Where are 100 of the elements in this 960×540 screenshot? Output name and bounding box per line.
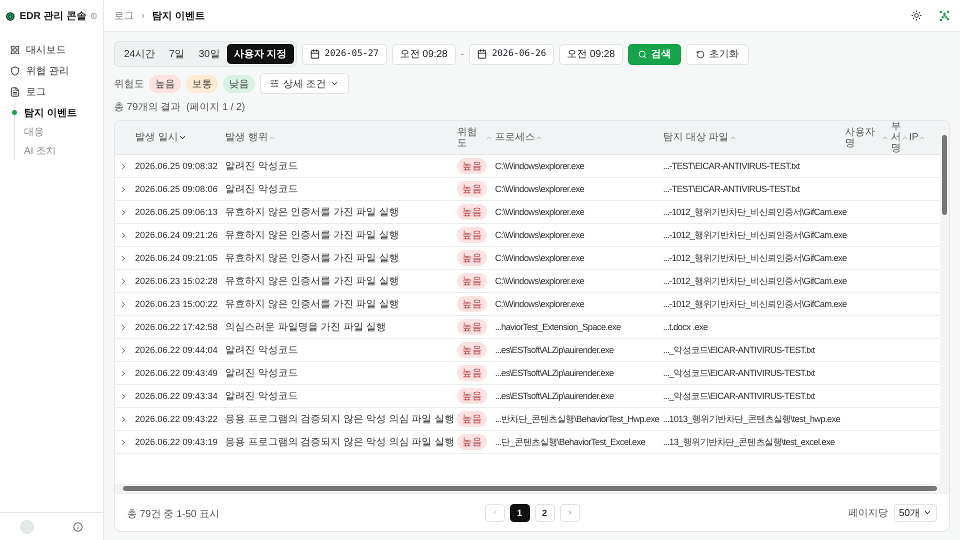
table-cell: ...13_행위기반차단_콘텐츠실행\test_excel.exe <box>663 436 835 448</box>
search-icon <box>638 50 647 58</box>
expand-icon[interactable] <box>119 300 128 308</box>
nav-item[interactable]: 로그 <box>6 82 97 101</box>
breadcrumb-item[interactable]: 로그 <box>114 8 134 22</box>
table-cell: ...-1012_행위기반차단_비신뢰인증서\GifCam.exe <box>663 206 847 218</box>
risk-chip[interactable]: 낮음 <box>223 74 255 92</box>
column-header[interactable]: 발생 일시 <box>135 132 225 143</box>
reset-icon <box>696 50 705 58</box>
table-cell: 2026.06.25 09:08:06 <box>135 184 218 194</box>
table-cell: C:\Windows\explorer.exe <box>495 207 584 217</box>
table-cell: ...-TEST\EICAR-ANTIVIRUS-TEST.txt <box>663 184 800 194</box>
table-cell: ...-1012_행위기반차단_비신뢰인증서\GifCam.exe <box>663 274 847 288</box>
nav-item[interactable]: 위협 관리 <box>6 61 97 80</box>
result-summary: 총 79개의 결과 (페이지 1 / 2) <box>114 101 246 114</box>
column-header[interactable]: IP <box>909 132 931 143</box>
range-separator: - <box>460 48 464 60</box>
risk-tag: 높음 <box>457 227 487 243</box>
risk-tag: 높음 <box>457 388 487 404</box>
pagination-summary: 총 79건 중 1-50 표시 <box>127 508 220 520</box>
column-header[interactable]: 발생 행위 <box>225 132 457 143</box>
expand-icon[interactable] <box>119 162 128 170</box>
vertical-scrollbar[interactable] <box>940 121 949 484</box>
table-cell: ...es\ESTsoft\ALZip\auirender.exe <box>495 368 614 378</box>
page-button[interactable]: 1 <box>510 504 530 522</box>
risk-chip[interactable]: 보통 <box>186 74 218 92</box>
table-cell-text: 알려진 악성코드 <box>225 367 299 380</box>
caret-icon <box>923 508 932 517</box>
expand-icon[interactable] <box>119 276 128 286</box>
table-cell: 2026.06.23 15:00:22 <box>135 299 218 309</box>
end-date-field[interactable]: 2026-06-26 <box>468 44 554 64</box>
risk-tag: 높음 <box>457 158 487 174</box>
table-cell: 2026.06.24 09:21:26 <box>135 230 218 240</box>
table-cell-text: 유효하지 않은 인증서를 가진 파일 실행 <box>225 206 400 219</box>
range-tab[interactable]: 30일 <box>192 44 227 64</box>
theme-toggle-icon[interactable] <box>911 10 922 21</box>
nav-subitem[interactable]: 탐지 이벤트 <box>15 103 97 122</box>
table-cell-text: 유효하지 않은 인증서를 가진 파일 실행 <box>225 229 400 242</box>
risk-tag: 높음 <box>457 319 487 335</box>
expand-icon[interactable] <box>119 414 128 424</box>
nav-subitem[interactable]: 대응 <box>15 122 97 141</box>
expand-icon[interactable] <box>119 208 128 216</box>
table-cell: ..._악성코드\EICAR-ANTIVIRUS-TEST.txt <box>663 390 815 402</box>
table-cell: 2026.06.22 17:42:58 <box>135 322 218 332</box>
table-cell: C:\Windows\explorer.exe <box>495 276 584 286</box>
table-cell-text: 알려진 악성코드 <box>225 183 299 196</box>
column-header[interactable]: 탐지 대상 파일 <box>663 132 845 143</box>
chevron-icon <box>139 12 147 20</box>
expand-icon[interactable] <box>119 230 128 240</box>
nav-item[interactable]: 대시보드 <box>6 40 97 59</box>
per-page-label: 페이지당 <box>848 506 888 520</box>
column-header[interactable]: 프로세스 <box>495 132 663 143</box>
dots-icon[interactable] <box>939 10 950 21</box>
table-cell: C:\Windows\explorer.exe <box>495 184 584 194</box>
start-time-field[interactable]: 오전 09:28 <box>392 44 456 64</box>
caret-icon <box>330 79 339 88</box>
shield-icon <box>10 66 20 76</box>
column-header[interactable]: 부서명 <box>891 121 909 154</box>
table-cell: C:\Windows\explorer.exe <box>495 161 584 171</box>
table-cell: C:\Windows\explorer.exe <box>495 253 584 263</box>
per-page-select[interactable]: 50개 <box>894 504 937 522</box>
column-header[interactable]: 위험도 <box>457 126 495 148</box>
horizontal-scrollbar[interactable] <box>115 484 949 493</box>
info-icon[interactable] <box>73 522 84 532</box>
nav-subitem[interactable]: AI 조치 <box>15 141 97 160</box>
range-tab[interactable]: 24시간 <box>117 44 162 64</box>
chevron-right-icon <box>566 508 572 517</box>
risk-tag: 높음 <box>457 434 487 450</box>
risk-tag: 높음 <box>457 204 487 220</box>
table-cell: ...-1012_행위기반차단_비신뢰인증서\GifCam.exe <box>663 228 847 242</box>
expand-icon[interactable] <box>119 392 128 400</box>
risk-tag: 높음 <box>457 250 487 266</box>
risk-tag: 높음 <box>457 342 487 358</box>
table-cell: ...es\ESTsoft\ALZip\auirender.exe <box>495 391 614 401</box>
range-tab[interactable]: 사용자 지정 <box>226 44 294 64</box>
expand-icon[interactable] <box>119 254 128 262</box>
expand-icon[interactable] <box>119 346 128 354</box>
sidebar-toggle-icon[interactable] <box>91 11 97 21</box>
range-tab[interactable]: 7일 <box>162 44 192 64</box>
reset-button[interactable]: 초기화 <box>686 44 749 64</box>
table-cell-text: 유효하지 않은 인증서를 가진 파일 실행 <box>225 275 400 288</box>
table-cell: ...반차단_콘텐츠실행\BehaviorTest_Hwp.exe <box>495 412 660 426</box>
detail-filter-button[interactable]: 상세 조건 <box>260 73 349 94</box>
risk-chip[interactable]: 높음 <box>149 74 181 92</box>
calendar-icon <box>476 49 487 59</box>
table-cell: ...1013_행위기반차단_콘텐츠실행\test_hwp.exe <box>663 412 840 426</box>
page-button[interactable]: 2 <box>534 504 554 522</box>
calendar-icon <box>310 49 320 59</box>
risk-tag: 높음 <box>457 411 487 427</box>
end-time-field[interactable]: 오전 09:28 <box>559 44 623 64</box>
start-date-field[interactable]: 2026-05-27 <box>302 44 387 64</box>
risk-tag: 높음 <box>457 365 487 381</box>
expand-icon[interactable] <box>119 184 128 194</box>
expand-icon[interactable] <box>119 322 128 332</box>
column-header[interactable]: 사용자명 <box>845 126 891 148</box>
table-cell-text: 알려진 악성코드 <box>225 390 299 403</box>
table-cell: ...-1012_행위기반차단_비신뢰인증서\GifCam.exe <box>663 252 847 264</box>
expand-icon[interactable] <box>119 438 128 446</box>
expand-icon[interactable] <box>119 368 128 378</box>
table-cell: ...es\ESTsoft\ALZip\auirender.exe <box>495 345 614 355</box>
